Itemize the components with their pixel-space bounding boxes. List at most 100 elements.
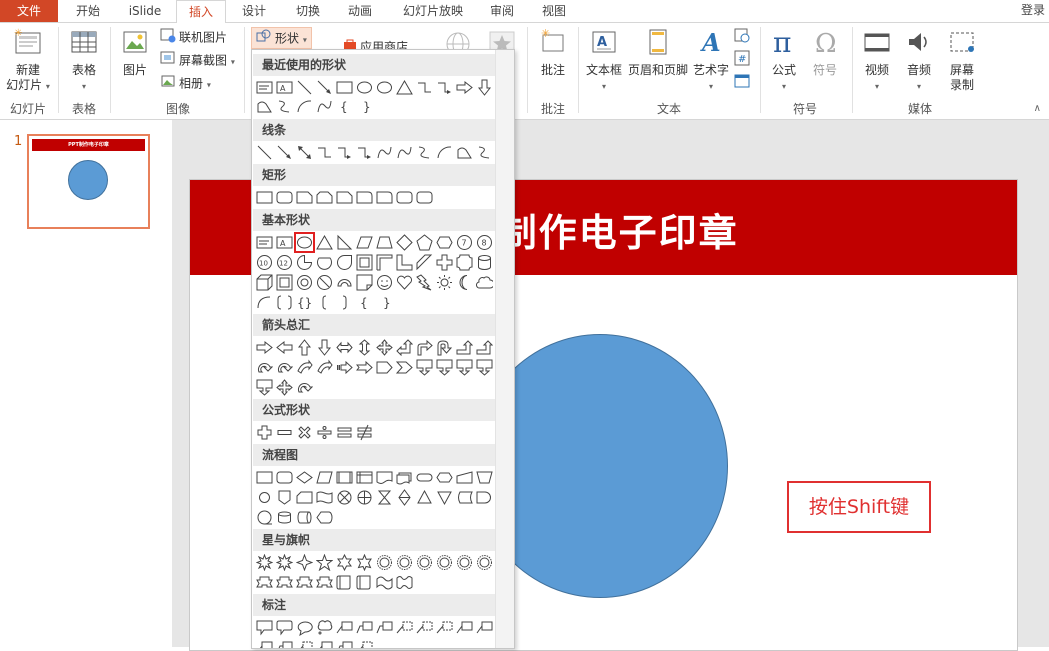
shape-starN-icon[interactable] (456, 554, 473, 571)
shape-cloud-icon[interactable] (476, 274, 493, 291)
shape-dblarrow-icon[interactable] (296, 144, 313, 161)
shape-scribble-icon[interactable] (416, 144, 433, 161)
audio-button[interactable]: 音频 ▾ (900, 27, 938, 94)
shape-arc-icon[interactable] (436, 144, 453, 161)
shape-starN-icon[interactable] (476, 554, 493, 571)
shape-quad-icon[interactable] (376, 339, 393, 356)
wordart-button[interactable]: A 艺术字 ▾ (691, 27, 731, 94)
shape-divide-icon[interactable] (316, 424, 333, 441)
shape-ribbon-icon[interactable] (296, 574, 313, 591)
shape-connector-icon[interactable] (256, 489, 273, 506)
shape-linecallout-icon[interactable] (336, 619, 353, 636)
shape-internal-icon[interactable] (356, 469, 373, 486)
shape-multidoc-icon[interactable] (396, 469, 413, 486)
shape-foldcorner-icon[interactable] (356, 274, 373, 291)
shape-scribble-icon[interactable] (476, 144, 493, 161)
shape-elbowarr-icon[interactable] (336, 144, 353, 161)
tab-view[interactable]: 视图 (530, 0, 578, 22)
shape-rbrace-icon[interactable]: } (376, 294, 393, 311)
shape-wave-icon[interactable] (376, 574, 393, 591)
screenshot-button[interactable]: 屏幕截图 ▾ (160, 50, 235, 70)
shape-manualinput-icon[interactable] (456, 469, 473, 486)
shape-chord-icon[interactable] (316, 254, 333, 271)
shape-linecallout3-icon[interactable] (296, 639, 313, 648)
shape-cross-icon[interactable] (436, 254, 453, 271)
shape-scribble-icon[interactable] (276, 98, 293, 115)
shape-star6-icon[interactable] (336, 554, 353, 571)
shape-cloudcallout-icon[interactable] (316, 619, 333, 636)
screen-record-button[interactable]: 屏幕 录制 (942, 27, 982, 93)
shape-prep-icon[interactable] (436, 469, 453, 486)
shape-linecallout2-icon[interactable] (356, 619, 373, 636)
shape-arc-icon[interactable] (296, 98, 313, 115)
shape-hex-icon[interactable] (436, 234, 453, 251)
shape-callout-icon[interactable] (476, 359, 493, 376)
shape-cube-icon[interactable] (256, 274, 273, 291)
new-slide-button[interactable]: ✳ 新建 幻灯片 ▾ (6, 27, 50, 94)
shape-data-icon[interactable] (316, 469, 333, 486)
shape-elbow-icon[interactable] (416, 79, 433, 96)
shape-dec-icon[interactable]: 10 (256, 254, 273, 271)
shape-scroll-icon[interactable] (356, 574, 373, 591)
slide-number-icon[interactable]: # (734, 50, 750, 70)
shape-rect-icon[interactable] (336, 79, 353, 96)
shape-terminator-icon[interactable] (416, 469, 433, 486)
shape-starN-icon[interactable] (416, 554, 433, 571)
shape-pent-icon[interactable] (416, 234, 433, 251)
shape-larrow-icon[interactable] (276, 339, 293, 356)
shape-frame-icon[interactable] (356, 254, 373, 271)
shape-elbowarr-icon[interactable] (356, 144, 373, 161)
shape-rbracket-icon[interactable] (336, 294, 353, 311)
login-link[interactable]: 登录 (1021, 0, 1045, 20)
shape-manualop-icon[interactable] (476, 469, 493, 486)
shape-diamond-icon[interactable] (396, 234, 413, 251)
shape-lrarrow-icon[interactable] (336, 339, 353, 356)
shape-rtri-icon[interactable] (336, 234, 353, 251)
shape-uarrow-icon[interactable] (296, 339, 313, 356)
shape-extract-icon[interactable] (416, 489, 433, 506)
equation-button[interactable]: π 公式 ▾ (766, 26, 802, 94)
shape-darrow-icon[interactable] (476, 79, 493, 96)
shape-arrowline-icon[interactable] (276, 144, 293, 161)
shape-curve-icon[interactable] (396, 144, 413, 161)
shape-callout-icon[interactable] (456, 359, 473, 376)
shape-smiley-icon[interactable] (376, 274, 393, 291)
shape-burst-icon[interactable] (256, 554, 273, 571)
shape-dblwave-icon[interactable] (396, 574, 413, 591)
shape-para-icon[interactable] (356, 234, 373, 251)
shape-card-icon[interactable] (296, 489, 313, 506)
shape-magdisk-icon[interactable] (276, 509, 293, 526)
shape-snip-icon[interactable] (296, 189, 313, 206)
tab-insert[interactable]: 插入 (176, 0, 226, 24)
shape-round1-icon[interactable] (356, 189, 373, 206)
shape-starN-icon[interactable] (376, 554, 393, 571)
shape-offpage-icon[interactable] (276, 489, 293, 506)
shape-summing-icon[interactable] (336, 489, 353, 506)
shape-leftuparrow-icon[interactable] (396, 339, 413, 356)
shape-rrectcallout-icon[interactable] (276, 619, 293, 636)
shape-snip-icon[interactable] (336, 189, 353, 206)
shape-textbox-icon[interactable] (256, 234, 273, 251)
shape-bentarrow-icon[interactable] (416, 339, 433, 356)
shape-rarrow-icon[interactable] (456, 79, 473, 96)
video-button[interactable]: 视频 ▾ (858, 27, 896, 94)
shape-star5-icon[interactable] (316, 554, 333, 571)
shape-oval-icon[interactable] (376, 79, 393, 96)
tab-home[interactable]: 开始 (60, 0, 116, 22)
shape-brace-icon[interactable]: { (336, 98, 353, 115)
shape-notequal-icon[interactable] (356, 424, 373, 441)
textbox-button[interactable]: A 文本框 ▾ (584, 27, 624, 94)
shape-freeform-icon[interactable] (456, 144, 473, 161)
shape-storeddata-icon[interactable] (456, 489, 473, 506)
shape-brace-icon[interactable]: { (356, 294, 373, 311)
shape-predef-icon[interactable] (336, 469, 353, 486)
shape-star7-icon[interactable] (356, 554, 373, 571)
shape-moon-icon[interactable] (456, 274, 473, 291)
shape-dodec-icon[interactable]: 12 (276, 254, 293, 271)
shape-rrect-icon[interactable] (276, 189, 293, 206)
shape-document-icon[interactable] (376, 469, 393, 486)
shape-dblbrace-icon[interactable]: {} (296, 294, 313, 311)
shape-freeform-icon[interactable] (256, 98, 273, 115)
tab-transitions[interactable]: 切换 (282, 0, 334, 22)
shape-star4-icon[interactable] (296, 554, 313, 571)
